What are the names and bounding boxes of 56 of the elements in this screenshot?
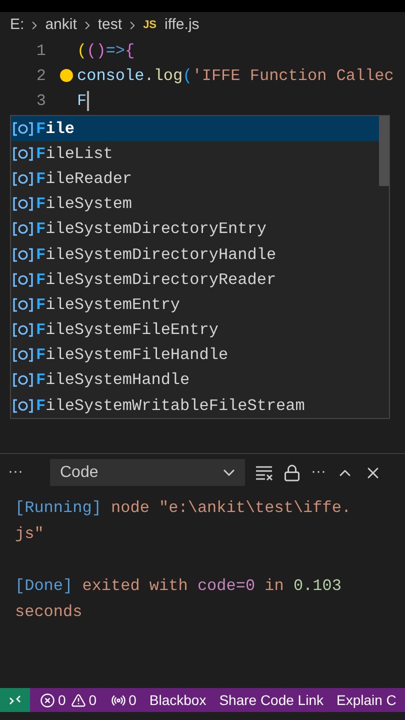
warning-count[interactable]: 0: [88, 690, 97, 710]
warning-icon: [70, 692, 86, 708]
suggestion-item[interactable]: FileList: [11, 141, 379, 166]
remote-icon: [9, 694, 21, 706]
suggestion-item[interactable]: FileReader: [11, 166, 379, 192]
status-item[interactable]: Explain C: [336, 690, 396, 710]
more-button[interactable]: ···: [8, 461, 30, 484]
clear-output-icon[interactable]: [255, 464, 273, 480]
variable-icon: [13, 197, 33, 212]
variable-icon: [13, 272, 33, 287]
status-item[interactable]: Share Code Link: [219, 690, 324, 710]
breadcrumb-item[interactable]: test: [98, 14, 122, 36]
variable-icon: [13, 398, 33, 413]
suggestion-item[interactable]: FileSystemHandle: [11, 368, 379, 394]
suggestion-item[interactable]: File: [11, 116, 379, 142]
output-line: [Running] node "e:\ankit\test\iffe.js": [15, 498, 352, 545]
more-actions-button[interactable]: ···: [311, 461, 326, 484]
variable-icon: [13, 348, 33, 362]
error-icon: [40, 692, 55, 708]
code-line: console.log('IFFE Function Callec: [77, 66, 394, 86]
output-line: [Done] exited with code=0 in 0.103 seconds: [15, 576, 342, 623]
variable-icon: [13, 172, 33, 186]
suggestion-item[interactable]: FileSystemWritableFileStream: [11, 393, 379, 418]
js-file-icon: JS: [143, 16, 157, 34]
breadcrumb-item[interactable]: ankit: [45, 14, 77, 36]
line-number: 2: [35, 66, 46, 86]
suggestion-item[interactable]: FileSystemDirectoryReader: [11, 267, 379, 292]
variable-icon: [13, 323, 33, 338]
code-line: (()=>{: [77, 40, 135, 62]
suggestion-item[interactable]: FileSystemEntry: [11, 292, 379, 318]
variable-icon: [13, 146, 33, 161]
variable-icon: [13, 373, 33, 388]
antenna-icon: [110, 692, 126, 708]
remote-button[interactable]: [0, 688, 30, 712]
scrollbar-thumb[interactable]: [379, 116, 389, 186]
variable-icon: [13, 222, 33, 236]
suggestion-item[interactable]: FileSystemFileEntry: [11, 318, 379, 343]
lock-icon[interactable]: [283, 464, 301, 482]
line-number: 1: [35, 40, 46, 62]
breadcrumb-item[interactable]: iffe.js: [164, 14, 200, 36]
port-count[interactable]: 0: [128, 690, 136, 710]
channel-dropdown[interactable]: Code: [50, 459, 245, 486]
variable-icon: [13, 248, 33, 262]
lightbulb-icon[interactable]: [60, 69, 73, 82]
line-number: 3: [35, 90, 46, 112]
breadcrumb-item[interactable]: E:: [10, 14, 24, 36]
error-count[interactable]: 0: [58, 690, 66, 710]
variable-icon: [13, 298, 33, 312]
suggestion-item[interactable]: FileSystemFileHandle: [11, 342, 379, 368]
variable-icon: [13, 122, 33, 136]
code-line: F: [77, 90, 87, 112]
suggestion-item[interactable]: FileSystem: [11, 192, 379, 217]
chevron-down-icon: [223, 469, 235, 476]
suggestion-item[interactable]: FileSystemDirectoryEntry: [11, 216, 379, 242]
suggestion-item[interactable]: FileSystemDirectoryHandle: [11, 242, 379, 268]
status-item[interactable]: Blackbox: [149, 690, 206, 710]
